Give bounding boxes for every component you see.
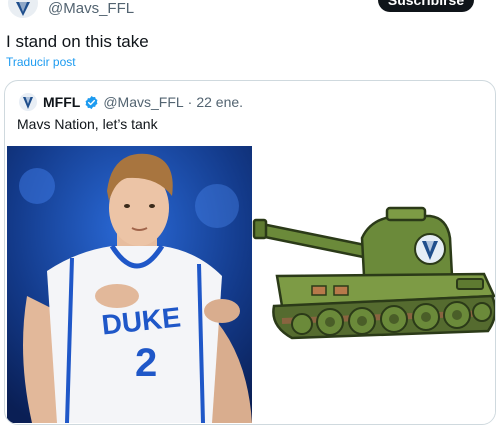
tank-icon xyxy=(252,206,495,340)
tank-image[interactable] xyxy=(252,146,495,423)
player-image: DUKE 2 xyxy=(7,146,252,423)
tweet-header: @Mavs_FFL Suscribirse xyxy=(0,0,500,24)
player-photo[interactable]: DUKE 2 xyxy=(7,146,252,423)
quote-header: MFFL @Mavs_FFL · 22 ene. xyxy=(19,92,243,112)
author-handle[interactable]: @Mavs_FFL xyxy=(48,0,134,17)
subscribe-button[interactable]: Suscribirse xyxy=(378,0,474,12)
verified-badge-icon xyxy=(85,95,98,109)
quoted-tweet[interactable]: MFFL @Mavs_FFL · 22 ene. Mavs Nation, le… xyxy=(4,80,496,425)
translate-post-link[interactable]: Traducir post xyxy=(6,55,76,69)
quote-author-handle[interactable]: @Mavs_FFL xyxy=(103,94,183,110)
separator-dot: · xyxy=(187,94,193,110)
quote-author-name[interactable]: MFFL xyxy=(43,94,80,110)
mavs-logo-icon[interactable] xyxy=(19,93,37,111)
jersey-number: 2 xyxy=(135,341,157,385)
mavs-logo-icon xyxy=(16,2,30,16)
quote-text: Mavs Nation, let’s tank xyxy=(17,116,158,132)
tweet-text: I stand on this take xyxy=(6,32,149,51)
quote-date[interactable]: 22 ene. xyxy=(196,94,243,110)
author-avatar[interactable] xyxy=(8,0,38,18)
